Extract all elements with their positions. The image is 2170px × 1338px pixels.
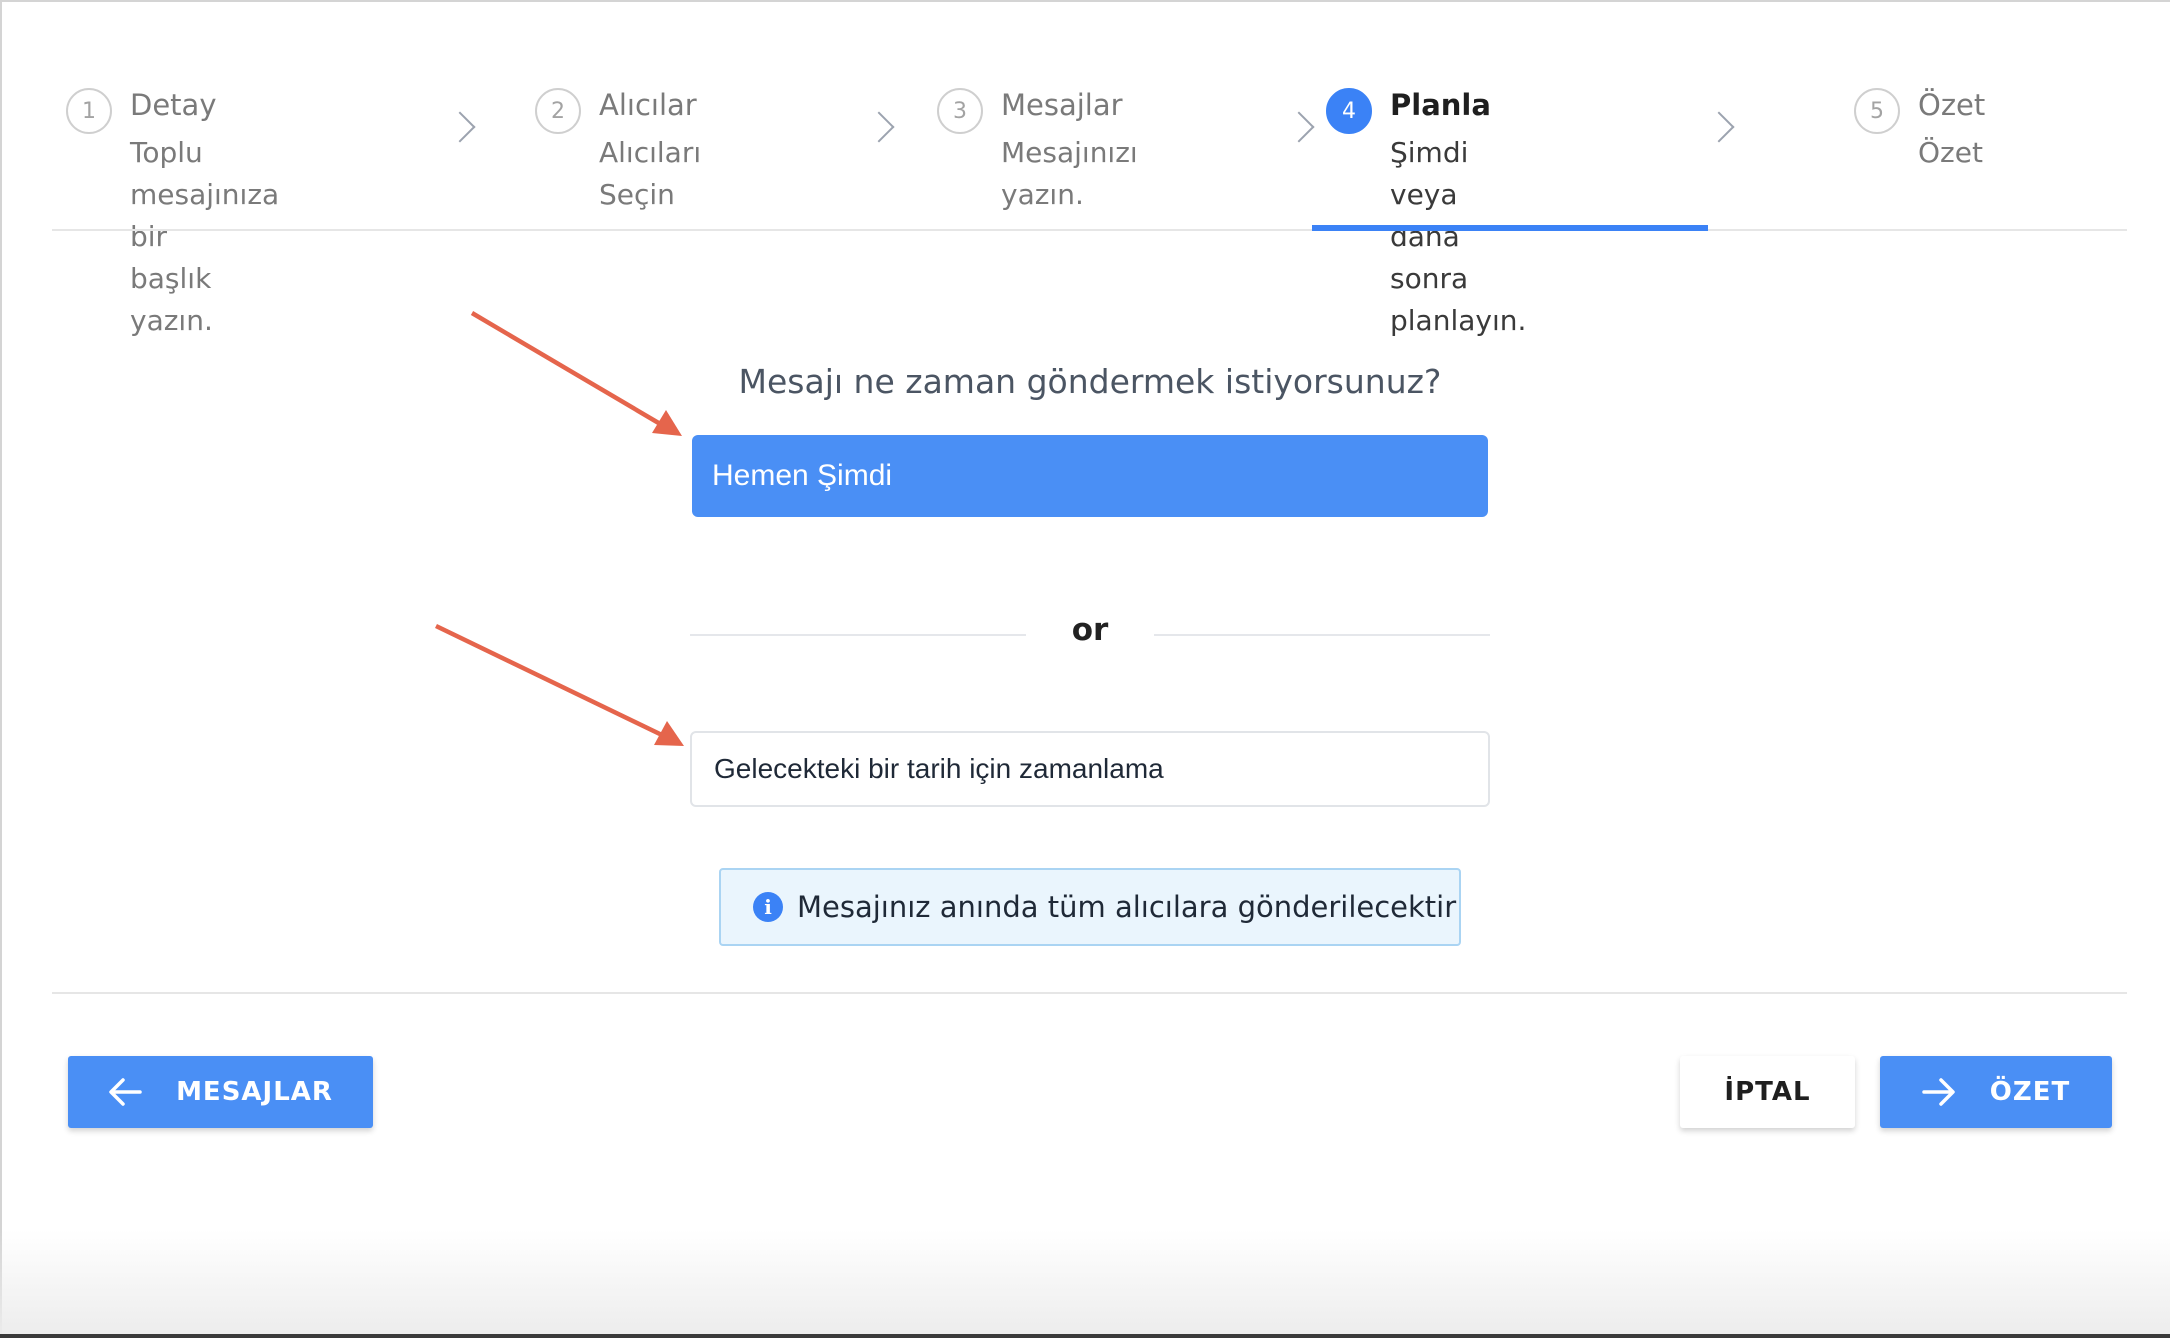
back-button-label: MESAJLAR — [176, 1077, 333, 1107]
back-button[interactable]: MESAJLAR — [68, 1056, 373, 1128]
step-title: Mesajlar — [1001, 88, 1123, 122]
info-text: Mesajınız anında tüm alıcılara gönderile… — [797, 890, 1457, 924]
active-step-indicator — [1312, 225, 1708, 231]
step-number-badge: 5 — [1854, 88, 1900, 134]
cancel-button-label: İPTAL — [1724, 1077, 1811, 1107]
step-number-badge: 1 — [66, 88, 112, 134]
footer-divider — [52, 992, 2127, 994]
window-bottom-edge — [0, 1334, 2170, 1338]
next-button-label: ÖZET — [1989, 1077, 2071, 1107]
step-title: Özet — [1918, 88, 1986, 122]
step-subtitle: Alıcıları Seçin — [599, 136, 702, 211]
step-subtitle: Şimdi veya daha sonra planlayın. — [1390, 136, 1527, 337]
chevron-right-icon — [1703, 111, 1735, 143]
step-subtitle: Toplu mesajınıza bir başlık yazın. — [130, 136, 280, 337]
stepper: 1 Detay Toplu mesajınıza bir başlık yazı… — [52, 60, 2127, 337]
schedule-question: Mesajı ne zaman göndermek istiyorsunuz? — [738, 362, 1442, 401]
stepper-divider — [52, 229, 2127, 231]
send-now-button[interactable]: Hemen Şimdi — [692, 435, 1488, 517]
step-title: Alıcılar — [599, 88, 697, 122]
step-title: Detay — [130, 88, 217, 122]
info-icon: i — [753, 892, 783, 922]
or-separator: or — [1071, 612, 1109, 648]
step-number-badge: 4 — [1326, 88, 1372, 134]
step-number-badge: 2 — [535, 88, 581, 134]
bottom-shadow — [0, 1230, 2170, 1338]
arrow-right-icon — [1922, 1078, 1955, 1106]
step-number-badge: 3 — [937, 88, 983, 134]
separator-line-left — [690, 634, 1026, 636]
chevron-right-icon — [444, 111, 476, 143]
info-alert: i Mesajınız anında tüm alıcılara gönderi… — [719, 868, 1461, 946]
cancel-button[interactable]: İPTAL — [1680, 1056, 1855, 1128]
chevron-right-icon — [1283, 111, 1315, 143]
chevron-right-icon — [863, 111, 895, 143]
arrow-left-icon — [109, 1078, 142, 1106]
step-subtitle: Mesajınızı yazın. — [1001, 136, 1138, 211]
schedule-later-button[interactable]: Gelecekteki bir tarih için zamanlama — [690, 731, 1490, 807]
next-button[interactable]: ÖZET — [1880, 1056, 2112, 1128]
step-title: Planla — [1390, 88, 1491, 122]
separator-line-right — [1154, 634, 1490, 636]
step-subtitle: Özet — [1918, 136, 1983, 169]
